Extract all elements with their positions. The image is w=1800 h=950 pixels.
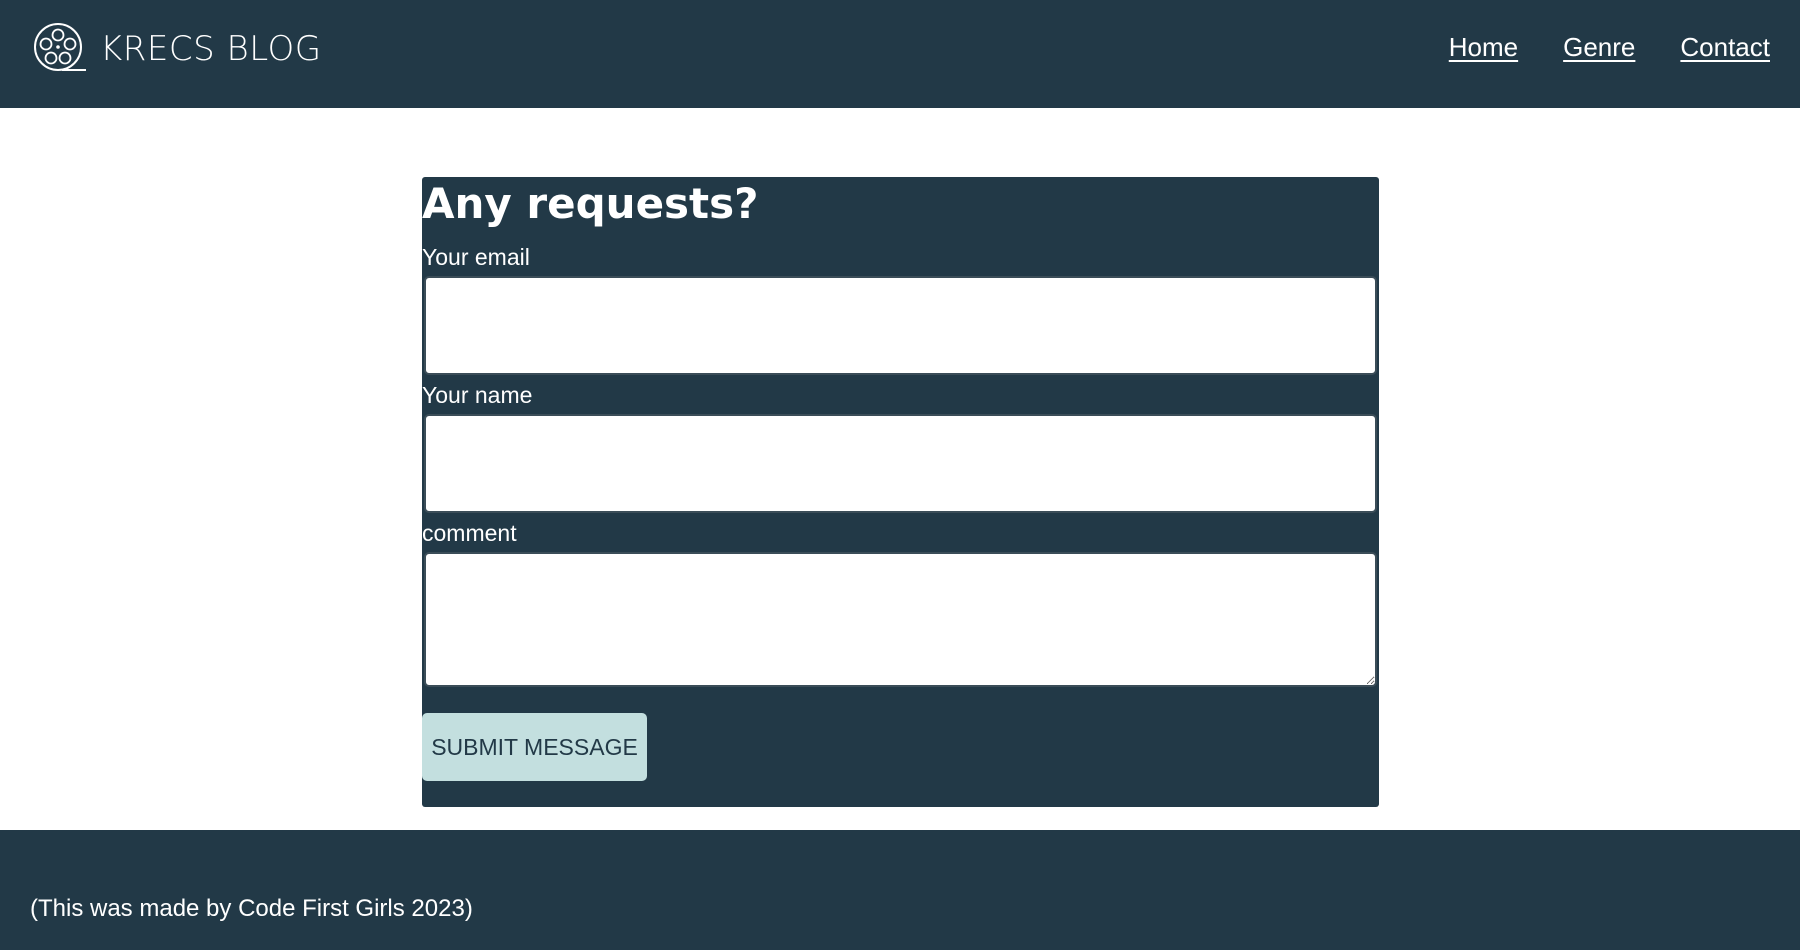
submit-message-button[interactable]: SUBMIT MESSAGE (422, 713, 647, 781)
brand-title: KRECS BLOG (100, 29, 322, 69)
footer-text: (This was made by Code First Girls 2023) (30, 895, 473, 922)
site-footer: (This was made by Code First Girls 2023) (0, 830, 1800, 950)
film-reel-icon (34, 23, 86, 71)
comment-textarea[interactable] (424, 552, 1377, 687)
nav-home-link[interactable]: Home (1449, 32, 1518, 63)
nav-genre-link[interactable]: Genre (1563, 32, 1635, 63)
comment-label: comment (422, 520, 517, 546)
nav-contact-link[interactable]: Contact (1680, 32, 1770, 63)
main-nav: Home Genre Contact (1404, 32, 1770, 63)
email-label: Your email (422, 244, 530, 270)
brand-link[interactable]: KRECS BLOG (32, 21, 322, 77)
name-field[interactable] (424, 414, 1377, 513)
form-title: Any requests? (422, 179, 759, 228)
site-header: KRECS BLOG Home Genre Contact (0, 0, 1800, 108)
email-field[interactable] (424, 276, 1377, 375)
name-label: Your name (422, 382, 533, 408)
request-form: Any requests? Your email Your name comme… (422, 177, 1379, 807)
